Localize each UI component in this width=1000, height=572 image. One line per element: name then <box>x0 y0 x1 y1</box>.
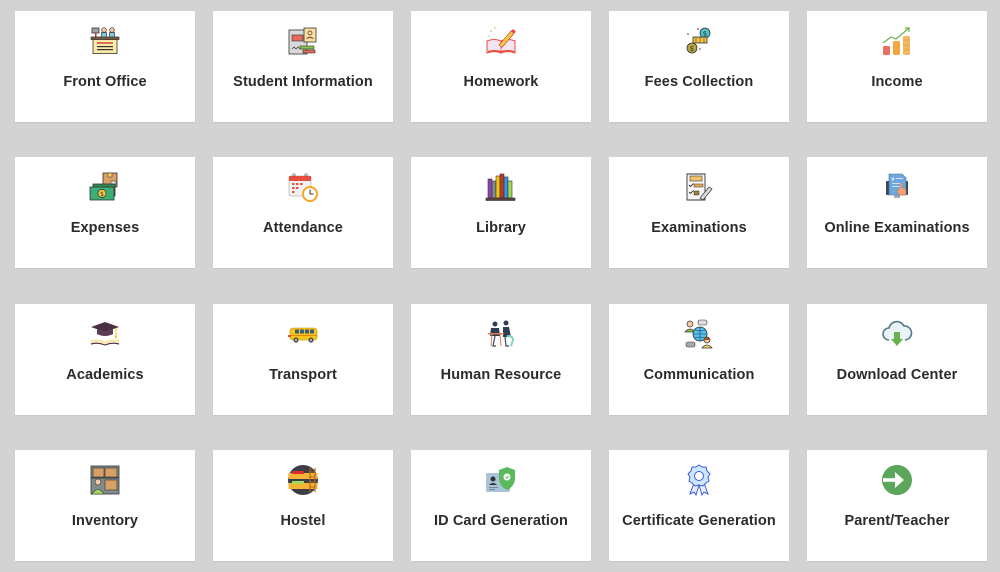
tile-human-resource[interactable]: Human Resource <box>411 304 591 415</box>
calendar-clock-icon <box>287 171 319 203</box>
tile-hostel[interactable]: Hostel <box>213 450 393 561</box>
global-chat-icon <box>683 318 715 350</box>
module-grid: Front Office Student Information Homewor… <box>0 0 1000 572</box>
tile-library[interactable]: Library <box>411 157 591 268</box>
tile-label: Communication <box>643 367 755 383</box>
warehouse-boxes-icon <box>89 464 121 496</box>
tile-label: Expenses <box>70 220 140 236</box>
tile-label: Fees Collection <box>644 74 754 90</box>
tile-label: Hostel <box>280 513 326 529</box>
tile-inventory[interactable]: Inventory <box>15 450 195 561</box>
tile-label: Academics <box>66 367 144 383</box>
arrow-circle-right-icon <box>881 464 913 496</box>
book-pencil-icon <box>485 25 517 57</box>
growth-chart-coins-icon <box>881 25 913 57</box>
tile-label: Examinations <box>651 220 747 236</box>
tile-label: Download Center <box>836 367 958 383</box>
tile-academics[interactable]: Academics <box>15 304 195 415</box>
award-ribbon-icon <box>683 464 715 496</box>
tile-label: Library <box>476 220 526 236</box>
tile-parent-teacher[interactable]: Parent/Teacher <box>807 450 987 561</box>
tile-expenses[interactable]: $ Expenses <box>15 157 195 268</box>
tile-label: ID Card Generation <box>434 513 568 529</box>
tile-income[interactable]: Income <box>807 11 987 122</box>
tile-online-examinations[interactable]: Online Examinations <box>807 157 987 268</box>
tile-label: Front Office <box>63 74 147 90</box>
tile-label: Homework <box>463 74 539 90</box>
tile-label: Human Resource <box>440 367 562 383</box>
tile-attendance[interactable]: Attendance <box>213 157 393 268</box>
tile-download-center[interactable]: Download Center <box>807 304 987 415</box>
tile-front-office[interactable]: Front Office <box>15 11 195 122</box>
tile-fees-collection[interactable]: $ $ Fees Collection <box>609 11 789 122</box>
tile-student-information[interactable]: Student Information <box>213 11 393 122</box>
tile-id-card-generation[interactable]: ID Card Generation <box>411 450 591 561</box>
money-coins-icon: $ $ <box>683 25 715 57</box>
tile-label: Certificate Generation <box>622 513 776 529</box>
tile-label: Inventory <box>71 513 139 529</box>
bunk-bed-icon <box>287 464 319 496</box>
school-bus-icon <box>287 318 319 350</box>
tile-communication[interactable]: Communication <box>609 304 789 415</box>
graduation-cap-icon <box>89 318 121 350</box>
tile-label: Attendance <box>263 220 343 236</box>
cloud-download-icon <box>881 318 913 350</box>
student-profile-icon <box>287 25 319 57</box>
tile-label: Transport <box>269 367 337 383</box>
books-shelf-icon <box>485 171 517 203</box>
people-meeting-icon <box>485 318 517 350</box>
svg-text:$: $ <box>100 191 104 198</box>
tile-label: Parent/Teacher <box>844 513 950 529</box>
id-card-shield-icon <box>485 464 517 496</box>
tile-label: Income <box>871 74 923 90</box>
front-desk-icon <box>89 25 121 57</box>
cash-box-icon: $ <box>89 171 121 203</box>
tile-transport[interactable]: Transport <box>213 304 393 415</box>
tile-examinations[interactable]: Examinations <box>609 157 789 268</box>
tile-label: Student Information <box>233 74 373 90</box>
exam-checklist-icon <box>683 171 715 203</box>
svg-text:$: $ <box>690 45 694 53</box>
tile-certificate-generation[interactable]: Certificate Generation <box>609 450 789 561</box>
tile-label: Online Examinations <box>824 220 970 236</box>
online-exam-icon <box>881 171 913 203</box>
tile-homework[interactable]: Homework <box>411 11 591 122</box>
